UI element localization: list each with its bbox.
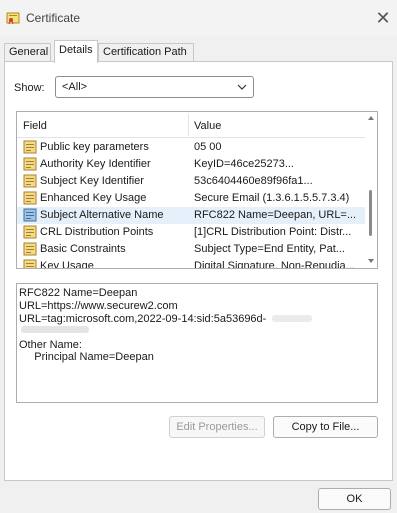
show-label: Show: — [14, 82, 45, 94]
value-detail-box[interactable]: RFC822 Name=Deepan URL=https://www.secur… — [16, 283, 378, 403]
cert-field-icon — [23, 259, 37, 268]
cert-field-icon — [23, 191, 37, 205]
vertical-scrollbar[interactable] — [365, 112, 377, 268]
show-dropdown[interactable]: <All> — [55, 76, 254, 98]
list-item-selected[interactable]: Subject Alternative Name RFC822 Name=Dee… — [17, 207, 365, 224]
cert-field-icon — [23, 157, 37, 171]
row-field: CRL Distribution Points — [40, 226, 154, 238]
list-item[interactable]: Public key parameters 05 00 — [17, 139, 365, 156]
details-panel: Show: <All> Field Value Public key param… — [4, 61, 393, 481]
row-value: Subject Type=End Entity, Pat... — [194, 243, 345, 255]
cert-field-icon — [23, 140, 37, 154]
row-value: KeyID=46ce25273... — [194, 158, 294, 170]
row-value: [1]CRL Distribution Point: Distr... — [194, 226, 352, 238]
tab-certification-path[interactable]: Certification Path — [98, 43, 194, 62]
row-field: Key Usage — [40, 260, 94, 269]
detail-line: RFC822 Name=Deepan — [19, 287, 138, 299]
certificate-icon — [6, 12, 20, 25]
chevron-down-icon — [237, 84, 247, 90]
row-field: Public key parameters — [40, 141, 149, 153]
row-field: Enhanced Key Usage — [40, 192, 147, 204]
row-field: Authority Key Identifier — [40, 158, 151, 170]
tab-general[interactable]: General — [4, 43, 51, 62]
row-value: Secure Email (1.3.6.1.5.5.7.3.4) — [194, 192, 350, 204]
tab-details[interactable]: Details — [54, 40, 98, 63]
close-icon[interactable]: ✕ — [374, 9, 392, 27]
list-item[interactable]: Subject Key Identifier 53c6404460e89f96f… — [17, 173, 365, 190]
title-bar: Certificate ✕ — [0, 0, 397, 36]
row-value: 53c6404460e89f96fa1... — [194, 175, 313, 187]
detail-line: Other Name: — [19, 339, 82, 351]
window-title: Certificate — [26, 11, 81, 25]
row-value: Digital Signature, Non-Repudia... — [194, 260, 355, 269]
redacted-text — [21, 326, 89, 333]
detail-line: Principal Name=Deepan — [19, 351, 154, 363]
cert-field-icon — [23, 174, 37, 188]
cert-field-icon — [23, 242, 37, 256]
scroll-down-arrow-icon[interactable] — [368, 259, 374, 263]
edit-properties-button[interactable]: Edit Properties... — [169, 416, 265, 438]
list-header: Field Value — [17, 112, 365, 138]
scroll-thumb[interactable] — [369, 190, 372, 236]
list-item[interactable]: Key Usage Digital Signature, Non-Repudia… — [17, 258, 365, 269]
detail-line: URL=https://www.securew2.com — [19, 300, 178, 312]
cert-field-icon — [23, 225, 37, 239]
row-value: 05 00 — [194, 141, 222, 153]
detail-line: URL=tag:microsoft.com,2022-09-14:sid:5a5… — [19, 313, 267, 325]
list-item[interactable]: Authority Key Identifier KeyID=46ce25273… — [17, 156, 365, 173]
list-item[interactable]: CRL Distribution Points [1]CRL Distribut… — [17, 224, 365, 241]
redacted-text — [272, 315, 312, 322]
scroll-up-arrow-icon[interactable] — [368, 116, 374, 120]
fields-list[interactable]: Field Value Public key parameters 05 00 … — [16, 111, 378, 269]
column-header-value[interactable]: Value — [194, 120, 221, 132]
column-header-field[interactable]: Field — [23, 120, 47, 132]
row-field: Subject Alternative Name — [40, 209, 164, 221]
list-item[interactable]: Basic Constraints Subject Type=End Entit… — [17, 241, 365, 258]
copy-to-file-button[interactable]: Copy to File... — [273, 416, 378, 438]
row-value: RFC822 Name=Deepan, URL=... — [194, 209, 357, 221]
show-selected-value: <All> — [62, 81, 88, 93]
row-field: Basic Constraints — [40, 243, 126, 255]
row-field: Subject Key Identifier — [40, 175, 144, 187]
ok-button[interactable]: OK — [318, 488, 391, 510]
cert-field-icon — [23, 208, 37, 222]
list-item[interactable]: Enhanced Key Usage Secure Email (1.3.6.1… — [17, 190, 365, 207]
column-divider[interactable] — [188, 114, 189, 136]
